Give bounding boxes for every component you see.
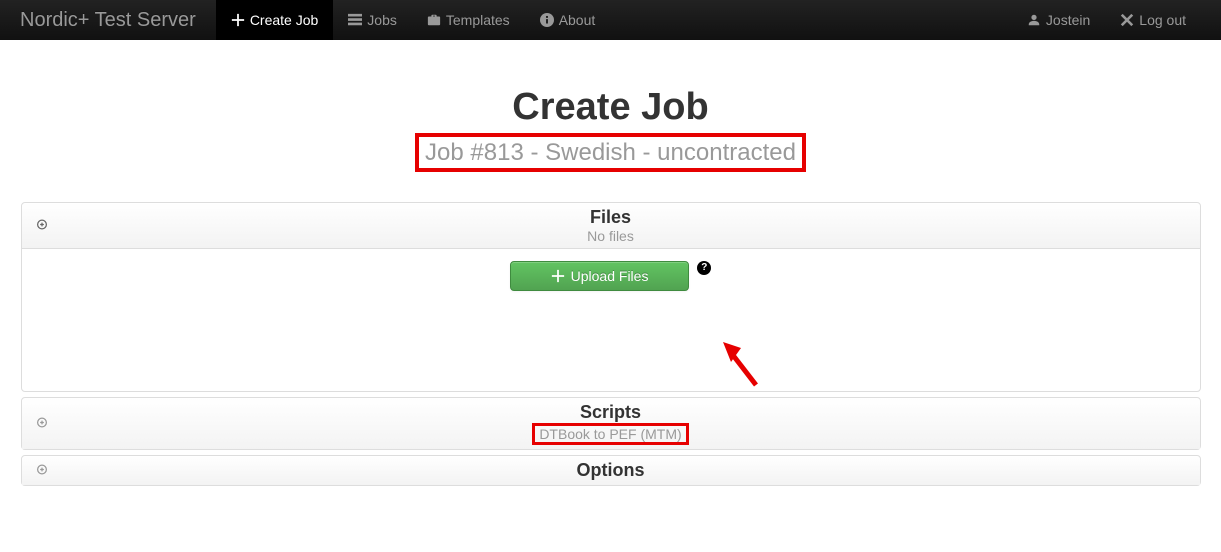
user-icon <box>1027 13 1041 27</box>
plus-icon <box>231 13 245 27</box>
collapse-icon[interactable] <box>37 220 47 231</box>
nav-templates-label: Templates <box>446 12 510 28</box>
close-icon <box>1120 13 1134 27</box>
scripts-panel-header[interactable]: Scripts DTBook to PEF (MTM) <box>22 398 1200 449</box>
files-panel-header[interactable]: Files No files <box>22 203 1200 249</box>
page-title: Create Job <box>21 85 1201 131</box>
nav-user[interactable]: Jostein <box>1012 0 1105 40</box>
options-panel-header[interactable]: Options <box>22 456 1200 485</box>
scripts-selected: DTBook to PEF (MTM) <box>532 423 688 445</box>
options-panel-title: Options <box>37 460 1185 481</box>
files-panel-body: Upload Files ? <box>22 249 1200 391</box>
nav-create-job-label: Create Job <box>250 12 318 28</box>
navbar-brand[interactable]: Nordic+ Test Server <box>20 9 196 32</box>
nav-logout[interactable]: Log out <box>1105 0 1201 40</box>
files-panel-title: Files <box>37 207 1185 228</box>
scripts-selected-wrap: DTBook to PEF (MTM) <box>37 423 1185 445</box>
nav-user-label: Jostein <box>1046 12 1090 28</box>
navbar: Nordic+ Test Server Create Job Jobs Temp… <box>0 0 1221 40</box>
nav-jobs[interactable]: Jobs <box>333 0 412 40</box>
nav-about[interactable]: About <box>525 0 611 40</box>
files-panel-status: No files <box>37 228 1185 244</box>
nav-about-label: About <box>559 12 596 28</box>
navbar-left: Nordic+ Test Server Create Job Jobs Temp… <box>20 0 1012 40</box>
nav-create-job[interactable]: Create Job <box>216 0 333 40</box>
main-container: Create Job Job #813 - Swedish - uncontra… <box>21 40 1201 486</box>
options-panel: Options <box>21 455 1201 486</box>
page-subtitle: Job #813 - Swedish - uncontracted <box>415 133 806 172</box>
list-icon <box>348 13 362 27</box>
upload-files-label: Upload Files <box>571 268 649 284</box>
page-subtitle-wrap: Job #813 - Swedish - uncontracted <box>21 133 1201 172</box>
scripts-panel-title: Scripts <box>37 402 1185 423</box>
briefcase-icon <box>427 13 441 27</box>
expand-icon[interactable] <box>37 418 47 429</box>
nav-logout-label: Log out <box>1139 12 1186 28</box>
help-icon[interactable]: ? <box>697 261 711 275</box>
expand-icon[interactable] <box>37 465 47 476</box>
nav-jobs-label: Jobs <box>367 12 397 28</box>
nav-templates[interactable]: Templates <box>412 0 525 40</box>
navbar-right: Jostein Log out <box>1012 0 1201 40</box>
info-icon <box>540 13 554 27</box>
files-panel: Files No files Upload Files ? <box>21 202 1201 392</box>
scripts-panel: Scripts DTBook to PEF (MTM) <box>21 397 1201 450</box>
plus-icon <box>551 269 565 283</box>
upload-files-button[interactable]: Upload Files <box>510 261 690 291</box>
